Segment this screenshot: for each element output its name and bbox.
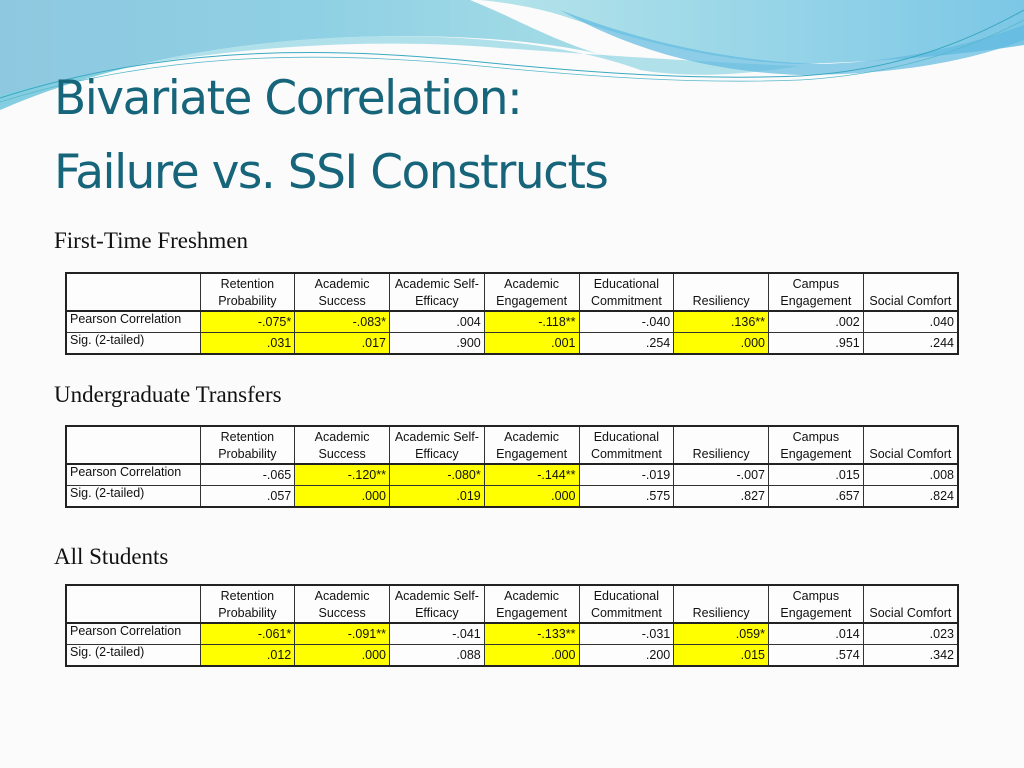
value-cell: .574 xyxy=(768,644,864,667)
value-cell: .001 xyxy=(483,332,580,355)
column-header: Social Comfort xyxy=(862,584,959,624)
table-row-sig: Sig. (2-tailed) .057.000.019.000.575.827.… xyxy=(65,485,959,508)
value-cell: -.031 xyxy=(578,622,675,645)
column-header: Campus Engagement xyxy=(768,425,864,465)
section-label-all-students: All Students xyxy=(54,544,169,569)
column-header: Educational Commitment xyxy=(578,272,675,312)
value-cell: -.144** xyxy=(483,463,580,486)
value-cell: .000 xyxy=(483,644,580,667)
correlation-table-undergraduate-transfers: Retention Probability Academic Success Acade… xyxy=(65,425,959,508)
value-cell: -.007 xyxy=(673,463,769,486)
column-header: Retention Probability xyxy=(199,272,296,312)
value-cell: -.080* xyxy=(389,463,485,486)
value-cell: .000 xyxy=(294,485,390,508)
value-cell: .254 xyxy=(578,332,675,355)
column-header: Educational Commitment xyxy=(578,425,675,465)
value-cell: -.040 xyxy=(578,310,675,333)
table-row-pearson: Pearson Correlation -.075* -.083* .004 -.118… xyxy=(65,310,959,333)
value-cell: .200 xyxy=(578,644,675,667)
column-header: Retention Probability xyxy=(199,425,296,465)
value-cell: .900 xyxy=(389,332,485,355)
value-cell: .088 xyxy=(389,644,485,667)
row-label: Sig. (2-tailed) xyxy=(65,485,201,508)
value-cell: -.019 xyxy=(578,463,675,486)
column-header: Academic Self- Efficacy xyxy=(389,425,485,465)
value-cell: .000 xyxy=(673,332,769,355)
value-cell: .014 xyxy=(768,622,864,645)
row-label: Sig. (2-tailed) xyxy=(65,332,201,355)
slide-title: Bivariate Correlation: Failure vs. SSI C… xyxy=(54,71,609,200)
value-cell: .136** xyxy=(673,310,769,333)
column-header: Resiliency xyxy=(673,584,769,624)
column-header: Campus Engagement xyxy=(768,272,864,312)
value-cell: -.118** xyxy=(483,310,580,333)
value-cell: .657 xyxy=(768,485,864,508)
corner-cell xyxy=(65,272,201,312)
value-cell: -.133** xyxy=(483,622,580,645)
value-cell: .031 xyxy=(199,332,296,355)
value-cell: -.091** xyxy=(294,622,390,645)
value-cell: -.120** xyxy=(294,463,390,486)
value-cell: .015 xyxy=(673,644,769,667)
table-row-pearson: Pearson Correlation -.065 -.120** -.080* -.1… xyxy=(65,463,959,486)
value-cell: .023 xyxy=(862,622,959,645)
value-cell: -.065 xyxy=(199,463,296,486)
table-row-sig: Sig. (2-tailed) .031.017.900.001.254.000.… xyxy=(65,332,959,355)
value-cell: -.061* xyxy=(199,622,296,645)
column-header: Academic Self- Efficacy xyxy=(389,272,485,312)
column-header: Educational Commitment xyxy=(578,584,675,624)
value-cell: .342 xyxy=(862,644,959,667)
corner-cell xyxy=(65,425,201,465)
value-cell: .244 xyxy=(862,332,959,355)
section-label-first-time-freshmen: First-Time Freshmen xyxy=(54,228,249,253)
value-cell: -.083* xyxy=(294,310,390,333)
value-cell: .824 xyxy=(862,485,959,508)
column-header: Academic Success xyxy=(294,425,390,465)
column-header: Academic Engagement xyxy=(483,425,580,465)
header-row: Retention Probability Academic Success Acade… xyxy=(65,272,959,312)
value-cell: .059* xyxy=(673,622,769,645)
value-cell: -.075* xyxy=(199,310,296,333)
row-label: Pearson Correlation xyxy=(65,463,201,486)
value-cell: .004 xyxy=(389,310,485,333)
value-cell: .008 xyxy=(862,463,959,486)
value-cell: .575 xyxy=(578,485,675,508)
header-row: Retention Probability Academic Success Acade… xyxy=(65,584,959,624)
column-header: Academic Engagement xyxy=(483,584,580,624)
column-header: Academic Self- Efficacy xyxy=(389,584,485,624)
value-cell: .017 xyxy=(294,332,390,355)
table-row-sig: Sig. (2-tailed) .012.000.088.000.200.015.… xyxy=(65,644,959,667)
column-header: Campus Engagement xyxy=(768,584,864,624)
value-cell: .827 xyxy=(673,485,769,508)
section-label-undergraduate-transfers: Undergraduate Transfers xyxy=(54,382,282,407)
column-header: Social Comfort xyxy=(862,425,959,465)
value-cell: .057 xyxy=(199,485,296,508)
row-label: Pearson Correlation xyxy=(65,310,201,333)
row-label: Sig. (2-tailed) xyxy=(65,644,201,667)
value-cell: -.041 xyxy=(389,622,485,645)
column-header: Retention Probability xyxy=(199,584,296,624)
column-header: Social Comfort xyxy=(862,272,959,312)
correlation-table-first-time-freshmen: Retention Probability Academic Success Acade… xyxy=(65,272,959,355)
column-header: Academic Success xyxy=(294,584,390,624)
column-header: Resiliency xyxy=(673,272,769,312)
header-row: Retention Probability Academic Success Acade… xyxy=(65,425,959,465)
column-header: Academic Engagement xyxy=(483,272,580,312)
table-row-pearson: Pearson Correlation -.061* -.091** -.041 -.1… xyxy=(65,622,959,645)
corner-cell xyxy=(65,584,201,624)
correlation-table-all-students: Retention Probability Academic Success Acade… xyxy=(65,584,959,667)
value-cell: .040 xyxy=(862,310,959,333)
value-cell: .002 xyxy=(768,310,864,333)
column-header: Academic Success xyxy=(294,272,390,312)
value-cell: .012 xyxy=(199,644,296,667)
value-cell: .000 xyxy=(294,644,390,667)
value-cell: .000 xyxy=(483,485,580,508)
value-cell: .019 xyxy=(389,485,485,508)
column-header: Resiliency xyxy=(673,425,769,465)
row-label: Pearson Correlation xyxy=(65,622,201,645)
value-cell: .951 xyxy=(768,332,864,355)
value-cell: .015 xyxy=(768,463,864,486)
